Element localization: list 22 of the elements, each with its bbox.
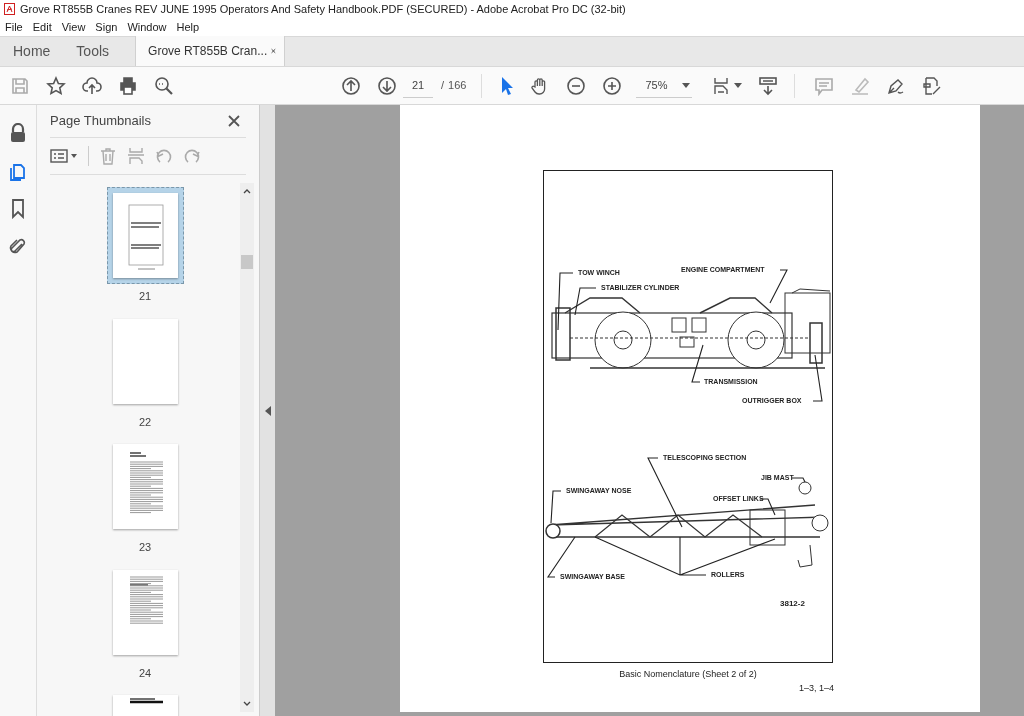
- menu-item[interactable]: Edit: [32, 18, 52, 36]
- figure-caption: Basic Nomenclature (Sheet 2 of 2): [618, 668, 758, 681]
- tab[interactable]: Tools: [63, 36, 123, 66]
- page-label: 21: [138, 289, 152, 304]
- menu-item[interactable]: Window: [127, 18, 167, 36]
- page-separator: /: [441, 78, 445, 94]
- page-number-field[interactable]: 21: [403, 73, 433, 98]
- zoom-dropdown[interactable]: 75%: [636, 73, 693, 98]
- page-reference: 1–3, 1–4: [798, 682, 834, 695]
- panel-title: Page Thumbnails: [50, 112, 151, 131]
- page-label: 23: [138, 540, 152, 555]
- menu-item[interactable]: View: [61, 18, 86, 36]
- page-count: 166: [448, 78, 467, 94]
- menu-item[interactable]: File: [5, 18, 23, 36]
- figure-number: 3812-2: [780, 598, 805, 610]
- page-label: 22: [138, 414, 152, 430]
- menu-item[interactable]: Sign: [95, 18, 118, 36]
- page-label: 24: [138, 665, 152, 681]
- window-title: Grove RT855B Cranes REV JUNE 1995 Operators And Safety Handbook.PDF (SECURED) - Adobe Acrobat Pro DC (32-bit): [20, 1, 626, 17]
- menu-item[interactable]: Help: [176, 18, 200, 36]
- tab[interactable]: Grove RT855B Cran...: [135, 36, 286, 66]
- tab[interactable]: Home: [0, 36, 64, 66]
